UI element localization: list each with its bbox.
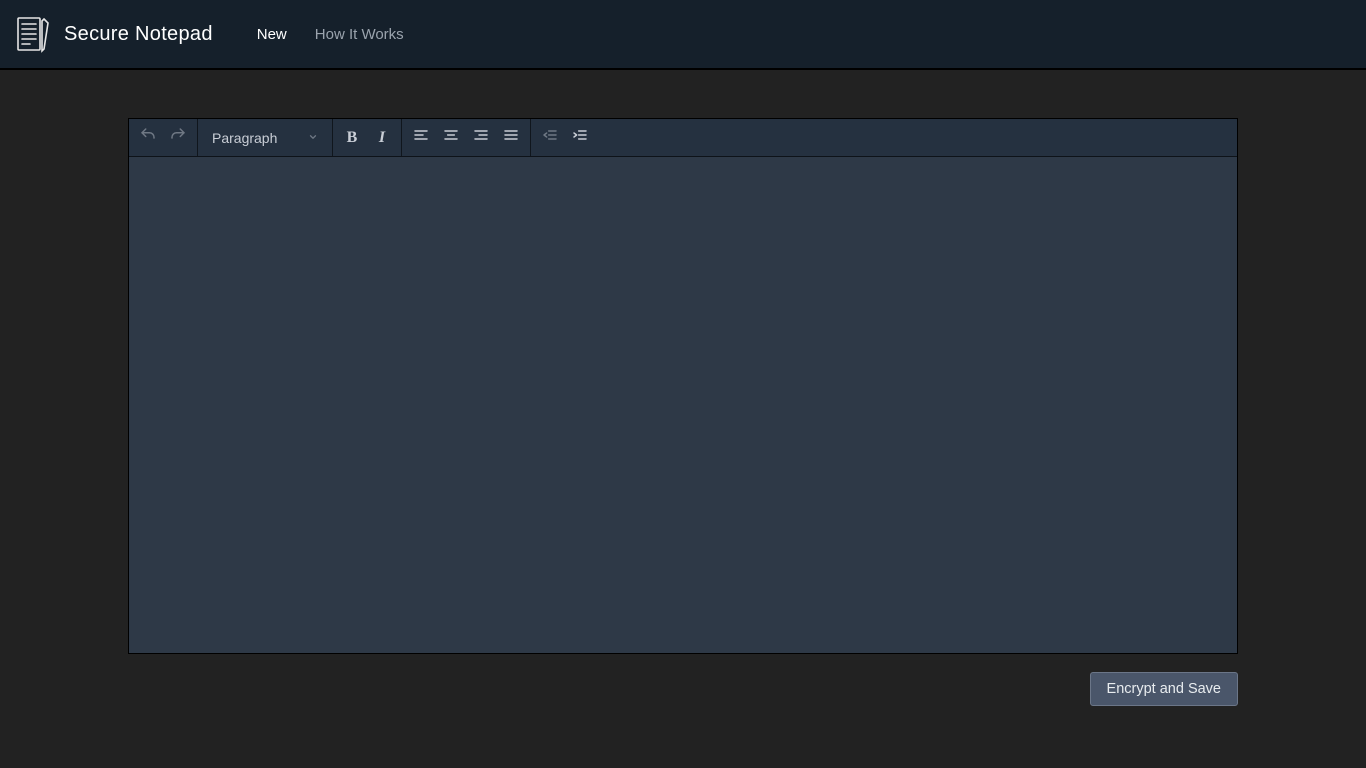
align-center-button[interactable] bbox=[436, 123, 466, 153]
editor-textarea[interactable] bbox=[129, 157, 1237, 653]
block-format-select[interactable]: Paragraph bbox=[202, 123, 328, 153]
italic-button[interactable]: I bbox=[367, 123, 397, 153]
nav: New How It Works bbox=[257, 26, 404, 43]
outdent-button[interactable] bbox=[535, 123, 565, 153]
redo-icon bbox=[169, 126, 187, 149]
align-center-icon bbox=[443, 127, 459, 148]
encrypt-save-button[interactable]: Encrypt and Save bbox=[1090, 672, 1238, 706]
indent-icon bbox=[572, 127, 588, 148]
editor-toolbar: Paragraph B I bbox=[129, 119, 1237, 157]
undo-icon bbox=[139, 126, 157, 149]
bold-button[interactable]: B bbox=[337, 123, 367, 153]
toolbar-group-block: Paragraph bbox=[198, 119, 333, 156]
app-title: Secure Notepad bbox=[64, 23, 213, 46]
bold-icon: B bbox=[347, 129, 358, 147]
align-left-button[interactable] bbox=[406, 123, 436, 153]
toolbar-group-history bbox=[129, 119, 198, 156]
logo: Secure Notepad bbox=[16, 15, 213, 53]
align-justify-button[interactable] bbox=[496, 123, 526, 153]
header: Secure Notepad New How It Works bbox=[0, 0, 1366, 70]
indent-button[interactable] bbox=[565, 123, 595, 153]
align-right-icon bbox=[473, 127, 489, 148]
align-left-icon bbox=[413, 127, 429, 148]
outdent-icon bbox=[542, 127, 558, 148]
editor-container: Paragraph B I bbox=[128, 118, 1238, 654]
block-format-label: Paragraph bbox=[212, 130, 277, 146]
toolbar-group-indent bbox=[531, 119, 599, 156]
redo-button[interactable] bbox=[163, 123, 193, 153]
nav-how-it-works[interactable]: How It Works bbox=[315, 26, 404, 43]
undo-button[interactable] bbox=[133, 123, 163, 153]
align-justify-icon bbox=[503, 127, 519, 148]
align-right-button[interactable] bbox=[466, 123, 496, 153]
actions-row: Encrypt and Save bbox=[128, 672, 1238, 706]
toolbar-group-inline: B I bbox=[333, 119, 402, 156]
nav-new[interactable]: New bbox=[257, 26, 287, 43]
toolbar-group-align bbox=[402, 119, 531, 156]
chevron-down-icon bbox=[308, 131, 318, 145]
italic-icon: I bbox=[379, 129, 385, 147]
notepad-icon bbox=[16, 15, 50, 53]
main: Paragraph B I bbox=[0, 70, 1366, 706]
